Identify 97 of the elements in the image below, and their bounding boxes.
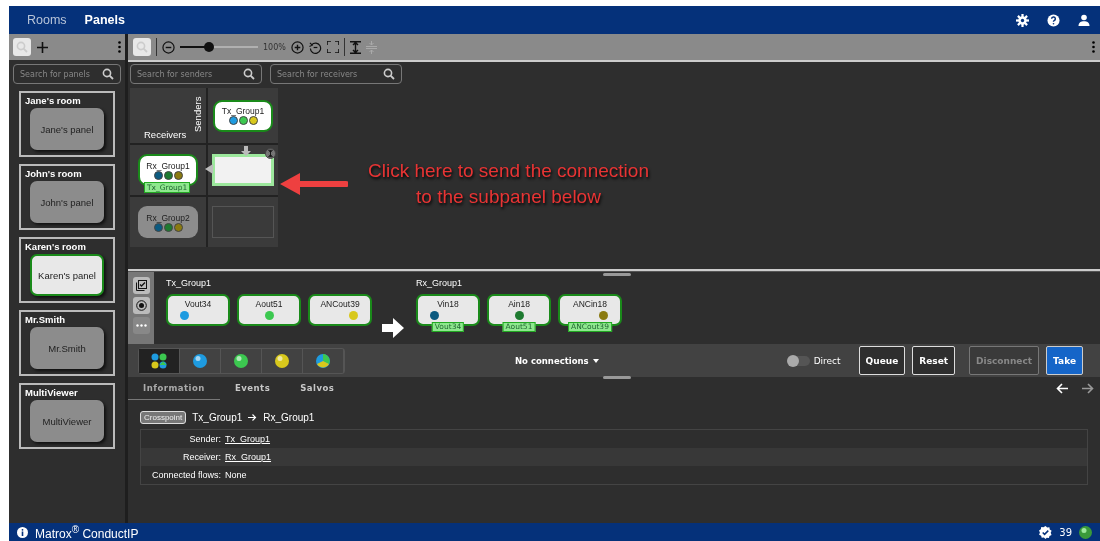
room-title: Mr.Smith — [25, 314, 67, 325]
more-icon — [135, 324, 147, 327]
settings-icon[interactable] — [1016, 13, 1029, 27]
connections-dropdown[interactable]: No connections — [515, 355, 599, 366]
flow-label: ANCout39 — [320, 299, 360, 309]
field-link[interactable]: Tx_Group1 — [225, 434, 271, 444]
node-label: Rx_Group1 — [146, 160, 190, 171]
notification-count: 39 — [1059, 526, 1072, 538]
search-input[interactable]: Search for panels — [20, 65, 102, 83]
flow-node[interactable]: ANCout39 — [308, 294, 372, 326]
flow-label: Vout34 — [184, 299, 212, 309]
zoom-out-icon[interactable] — [162, 40, 175, 54]
node-label: Tx_Group1 — [221, 106, 265, 116]
senders-label: Senders — [192, 96, 203, 132]
left-arrow-icon — [205, 164, 213, 174]
verified-badge-icon[interactable] — [1039, 525, 1053, 539]
sender-search-field[interactable]: Search for senders — [130, 64, 262, 84]
room-title: Jane's room — [25, 95, 82, 106]
all-flows-icon — [151, 352, 167, 369]
group-title: Rx_Group1 — [416, 278, 464, 288]
info-icon[interactable] — [17, 526, 28, 538]
brand-logo: Matrox$^{®}$ ConductIP — [35, 523, 139, 541]
caret-icon — [592, 358, 599, 363]
expand-vertical-icon[interactable] — [349, 40, 361, 54]
zoom-value: 100% — [263, 42, 286, 52]
receiver-node[interactable]: Rx_Group2 — [138, 206, 198, 238]
room-title: John's room — [25, 168, 83, 179]
panel-search-field[interactable]: Search for panels — [13, 64, 121, 84]
info-tab[interactable]: Events — [219, 376, 286, 400]
back-arrow-icon[interactable] — [1056, 382, 1068, 394]
nav-tab[interactable]: Panels — [84, 13, 125, 27]
search-icon[interactable] — [102, 68, 114, 80]
direct-label: Direct — [813, 355, 841, 366]
slider-thumb[interactable] — [203, 42, 214, 52]
action-button[interactable]: Queue — [858, 346, 906, 375]
search-icon[interactable] — [243, 68, 255, 80]
expand-badge-icon[interactable] — [265, 148, 276, 159]
copy-check-icon — [135, 280, 147, 291]
flow-label: Vin18 — [437, 299, 459, 309]
panel-tile[interactable]: MultiViewer — [30, 400, 104, 442]
receivers-label: Receivers — [144, 129, 187, 140]
field-value: None — [225, 470, 247, 480]
checkbox-tool[interactable] — [132, 277, 150, 294]
flow-node[interactable]: Vout34 — [166, 294, 230, 326]
flow-filter-button[interactable] — [139, 348, 180, 373]
search-input[interactable]: Search for receivers — [277, 65, 383, 83]
callout-text: Click here to send the connection to the subpanel below — [368, 159, 649, 209]
panel-tile[interactable]: Mr.Smith — [30, 327, 104, 369]
direct-toggle[interactable] — [787, 355, 810, 366]
sender-node[interactable]: Tx_Group1 — [213, 99, 273, 132]
zoom-in-icon[interactable] — [290, 40, 304, 54]
receiver-search-field[interactable]: Search for receivers — [270, 64, 402, 84]
node-label: Rx_Group2 — [146, 212, 190, 223]
nav-tab[interactable]: Rooms — [27, 13, 67, 27]
flow-node[interactable]: Aout51 — [237, 294, 301, 326]
info-tab[interactable]: Information — [128, 376, 220, 400]
more-icon[interactable] — [118, 41, 121, 53]
status-ball-icon — [1079, 525, 1092, 539]
search-input[interactable]: Search for senders — [137, 65, 243, 83]
action-button[interactable]: Take — [1046, 346, 1083, 375]
down-arrow-icon — [241, 146, 251, 156]
field-label: Receiver: — [182, 452, 222, 462]
add-icon[interactable] — [37, 41, 48, 53]
crosspoint-cell[interactable] — [212, 206, 274, 238]
to-label: Rx_Group1 — [263, 412, 315, 423]
flow-label: Aout51 — [255, 299, 283, 309]
room-title: MultiViewer — [25, 387, 79, 398]
pie-ball-icon — [315, 352, 331, 369]
fit-screen-icon[interactable] — [326, 41, 339, 53]
more-icon[interactable] — [1092, 41, 1095, 53]
flow-label: Ain18 — [508, 299, 530, 309]
flow-label: ANCin18 — [573, 299, 607, 309]
field-label: Sender: — [188, 434, 222, 444]
forward-arrow-icon[interactable] — [1082, 382, 1094, 394]
info-tab[interactable]: Salvos — [285, 376, 350, 400]
group-title: Tx_Group1 — [166, 278, 213, 288]
from-label: Tx_Group1 — [192, 412, 243, 423]
ball-icon — [233, 352, 249, 369]
panel-tile[interactable]: Karen's panel — [30, 254, 104, 296]
ball-icon — [192, 352, 208, 369]
search-icon[interactable] — [383, 68, 395, 80]
help-icon[interactable] — [1047, 13, 1060, 27]
field-link[interactable]: Rx_Group1 — [225, 452, 272, 462]
panel-tile[interactable]: John's panel — [30, 181, 104, 223]
action-button[interactable]: Reset — [912, 346, 956, 375]
radio-tool[interactable] — [132, 297, 150, 314]
callout-arrow — [280, 171, 348, 196]
panel-tile[interactable]: Jane's panel — [30, 108, 104, 150]
ball-icon — [274, 352, 290, 369]
room-title: Karen's room — [25, 241, 87, 252]
reset-zoom-icon[interactable] — [308, 40, 322, 54]
user-icon[interactable] — [1078, 14, 1090, 26]
right-arrow-icon — [248, 413, 258, 422]
right-arrow-icon — [382, 318, 404, 338]
field-label: Connected flows: — [150, 470, 222, 480]
crosspoint-badge: Crosspoint — [140, 411, 187, 424]
radio-icon — [135, 300, 147, 311]
